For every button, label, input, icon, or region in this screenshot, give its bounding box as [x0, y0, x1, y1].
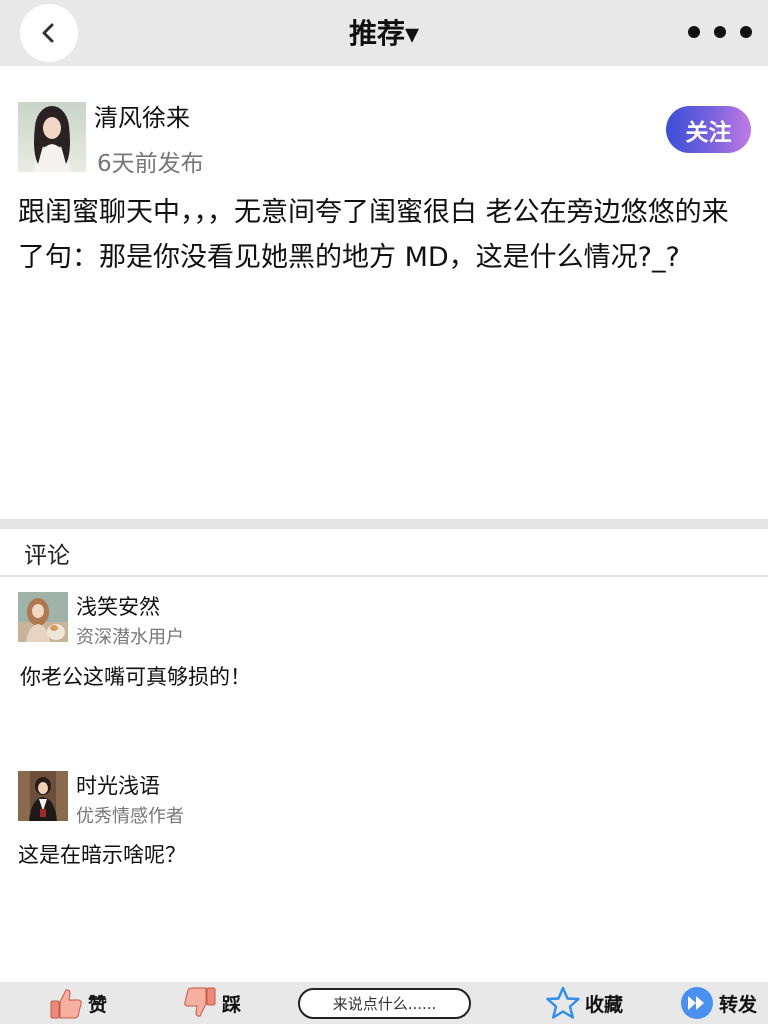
commenter-avatar[interactable]: [18, 592, 68, 642]
comment-text: 这是在暗示啥呢？: [18, 843, 186, 867]
top-bar: 推荐▾: [0, 0, 768, 66]
more-options-button[interactable]: [688, 22, 752, 42]
star-icon: [546, 986, 580, 1019]
share-button[interactable]: 转发: [679, 982, 757, 1024]
comment-input[interactable]: [298, 988, 471, 1019]
dislike-button[interactable]: 踩: [182, 982, 241, 1024]
follow-button[interactable]: 关注: [666, 106, 751, 153]
thumbs-up-icon: [50, 989, 82, 1019]
author-name[interactable]: 清风徐来: [94, 98, 190, 133]
share-label: 转发: [719, 993, 758, 1016]
more-dot: [740, 26, 752, 38]
post-content: 跟闺蜜聊天中，，，无意间夸了闺蜜很白 老公在旁边悠悠的来了句：那是你没看见她黑的…: [18, 197, 729, 273]
comments-header: 评论: [24, 543, 70, 569]
commenter-name[interactable]: 浅笑安然: [76, 591, 160, 621]
like-label: 赞: [88, 993, 108, 1016]
feed-selector[interactable]: 推荐▾: [0, 12, 768, 52]
thumbs-down-icon: [184, 987, 216, 1017]
section-divider: [0, 519, 768, 529]
post-time: 6天前发布: [97, 151, 204, 177]
dislike-label: 踩: [222, 993, 242, 1016]
author-avatar[interactable]: [18, 102, 86, 172]
commenter-name[interactable]: 时光浅语: [76, 770, 160, 800]
more-dots-icon: [688, 26, 700, 38]
commenter-avatar[interactable]: [18, 771, 68, 821]
comments-divider: [0, 575, 768, 577]
commenter-role: 资深潜水用户: [76, 627, 184, 648]
favorite-label: 收藏: [585, 993, 624, 1016]
share-forward-icon: [681, 987, 713, 1019]
like-button[interactable]: 赞: [48, 982, 107, 1024]
favorite-button[interactable]: 收藏: [545, 982, 623, 1024]
comment-text: 你老公这嘴可真够损的！: [20, 665, 251, 689]
commenter-role: 优秀情感作者: [76, 806, 184, 827]
more-dot: [714, 26, 726, 38]
bottom-action-bar: 赞 踩 收藏 转发: [0, 982, 768, 1024]
